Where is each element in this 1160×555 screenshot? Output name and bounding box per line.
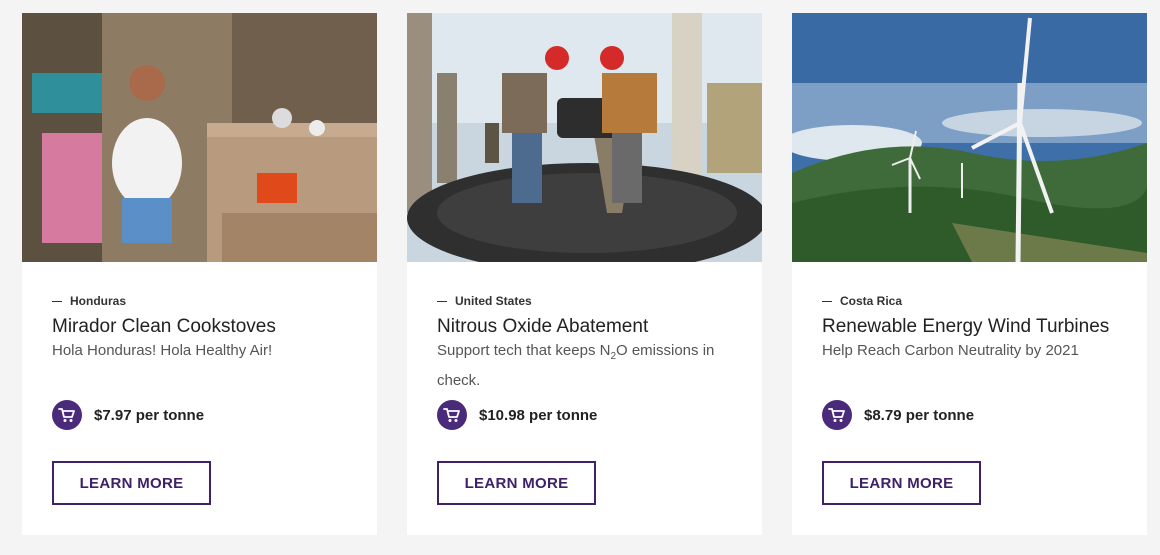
price-text: $8.79 per tonne [864,406,975,424]
card-body: Costa Rica Renewable Energy Wind Turbine… [822,292,1122,363]
project-card-united-states: United States Nitrous Oxide Abatement Su… [407,13,762,535]
wind-turbine-photo[interactable] [792,13,1147,262]
project-title[interactable]: Mirador Clean Cookstoves [52,315,352,339]
country-label: Costa Rica [822,292,1122,310]
price-text: $7.97 per tonne [94,406,205,424]
country-text: Honduras [70,294,127,308]
cart-icon[interactable] [437,400,467,430]
dash-icon [437,300,447,302]
project-card-grid: Honduras Mirador Clean Cookstoves Hola H… [0,0,1160,555]
country-text: Costa Rica [840,294,903,308]
cart-icon[interactable] [822,400,852,430]
learn-more-button[interactable]: LEARN MORE [437,461,596,505]
country-text: United States [455,294,532,308]
learn-more-button[interactable]: LEARN MORE [52,461,211,505]
subtitle-prefix: Support tech that keeps N [437,342,611,359]
project-subtitle: Help Reach Carbon Neutrality by 2021 [822,342,1079,359]
project-title[interactable]: Renewable Energy Wind Turbines [822,315,1122,339]
learn-more-button[interactable]: LEARN MORE [822,461,981,505]
dash-icon [822,300,832,302]
country-label: Honduras [52,292,352,310]
project-subtitle: Support tech that keeps N2O emissions in… [437,339,737,393]
price-row: $10.98 per tonne [437,400,597,430]
country-label: United States [437,292,737,310]
price-text: $10.98 per tonne [479,406,598,424]
industrial-workers-photo[interactable] [407,13,762,262]
card-body: United States Nitrous Oxide Abatement Su… [437,292,737,393]
project-card-honduras: Honduras Mirador Clean Cookstoves Hola H… [22,13,377,535]
project-subtitle: Hola Honduras! Hola Healthy Air! [52,342,273,359]
card-body: Honduras Mirador Clean Cookstoves Hola H… [52,292,352,363]
price-row: $8.79 per tonne [822,400,974,430]
cart-icon[interactable] [52,400,82,430]
project-title[interactable]: Nitrous Oxide Abatement [437,315,737,339]
cookstove-photo[interactable] [22,13,377,262]
project-card-costa-rica: Costa Rica Renewable Energy Wind Turbine… [792,13,1147,535]
price-row: $7.97 per tonne [52,400,204,430]
dash-icon [52,300,62,302]
